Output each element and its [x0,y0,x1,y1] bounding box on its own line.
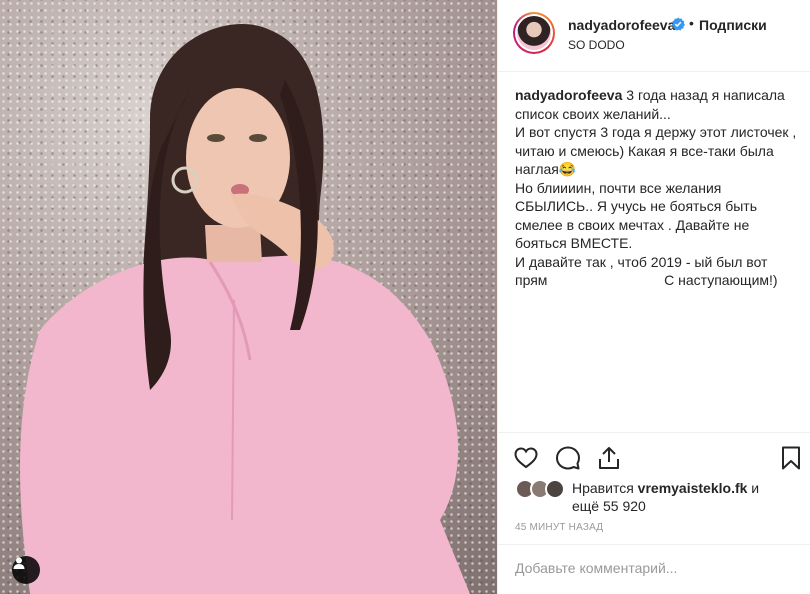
likes-count-button[interactable]: ещё 55 920 [572,498,646,514]
likes-prefix: Нравится [572,480,638,496]
photo-illustration [20,24,470,594]
likes-suffix: и [747,480,760,496]
liker-avatar [545,479,565,499]
separator-dot: • [689,15,694,31]
post-photo[interactable] [0,0,497,594]
username-link[interactable]: nadyadorofeeva [568,17,675,33]
avatar-image [517,16,551,50]
caption-paragraph: nadyadorofeeva 3 года назад я написала с… [515,86,800,290]
avatar[interactable] [513,12,555,54]
action-bar [498,432,810,482]
share-icon[interactable] [596,445,622,471]
caption-text: 3 года назад я написала список своих жел… [515,87,797,288]
caption-author-link[interactable]: nadyadorofeeva [515,87,622,103]
post-caption: nadyadorofeeva 3 года назад я написала с… [515,86,800,290]
liker-avatars[interactable] [515,479,567,499]
post-header: nadyadorofeeva • Подписки SO DODO [498,0,810,72]
following-button[interactable]: Подписки [699,17,767,33]
likes-text: Нравится vremyaisteklo.fk и [572,480,759,496]
comment-bubble-icon[interactable] [555,445,581,471]
comment-input[interactable] [515,560,795,576]
user-tag-button[interactable] [12,556,40,584]
comment-section [498,544,810,594]
bookmark-icon[interactable] [778,445,804,471]
heart-icon[interactable] [513,445,539,471]
user-tag-icon [13,557,25,569]
liker-username-link[interactable]: vremyaisteklo.fk [638,480,748,496]
verified-badge-icon [671,17,685,31]
likes-summary: Нравится vremyaisteklo.fk и ещё 55 920 [515,478,805,514]
post-timestamp[interactable]: 45 МИНУТ НАЗАД [515,522,603,533]
post-side-panel: nadyadorofeeva • Подписки SO DODO nadyad… [497,0,810,594]
location-link[interactable]: SO DODO [568,38,625,52]
